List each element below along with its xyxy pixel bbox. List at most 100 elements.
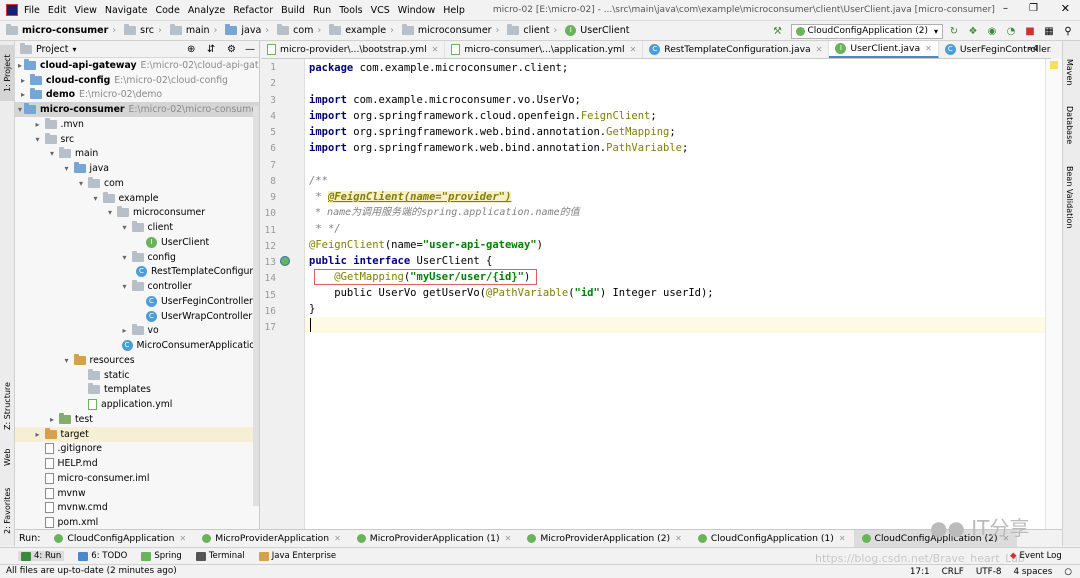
tool-window-terminal[interactable]: Terminal — [195, 551, 245, 561]
tree-item[interactable]: C UserWrapController — [15, 309, 259, 324]
tree-item[interactable]: pom.xml — [15, 515, 259, 530]
error-stripe[interactable] — [1045, 59, 1062, 529]
lock-icon[interactable]: ○ — [1064, 567, 1072, 577]
tree-item[interactable]: templates — [15, 383, 259, 398]
indent-setting[interactable]: 4 spaces — [1014, 567, 1053, 577]
hide-icon[interactable]: — — [245, 44, 255, 55]
menu-item-refactor[interactable]: Refactor — [233, 5, 273, 16]
tree-item[interactable]: ▸ cloud-api-gateway E:\micro-02\cloud-api-… — [15, 58, 259, 73]
rerun-icon[interactable]: ↻ — [946, 23, 962, 39]
caret-position[interactable]: 17:1 — [910, 567, 930, 577]
editor-tab[interactable]: micro-provider\...\bootstrap.yml ✕ — [261, 41, 446, 58]
expand-arrow-icon[interactable]: ▾ — [62, 356, 72, 365]
tree-item[interactable]: ▾ micro-consumer E:\micro-02\micro-consume… — [15, 102, 259, 117]
menu-item-edit[interactable]: Edit — [48, 5, 66, 16]
menu-item-analyze[interactable]: Analyze — [188, 5, 225, 16]
expand-arrow-icon[interactable]: ▾ — [76, 179, 86, 188]
tool-window-run[interactable]: 4: Run — [18, 551, 65, 561]
close-tab-icon[interactable]: ✕ — [816, 45, 823, 54]
expand-arrow-icon[interactable]: ▾ — [33, 135, 43, 144]
tab-bean-validation[interactable]: Bean Validation — [1065, 166, 1074, 228]
tree-item[interactable]: C UserFeginController — [15, 294, 259, 309]
expand-arrow-icon[interactable]: ▸ — [18, 90, 28, 99]
tree-item[interactable]: application.yml — [15, 397, 259, 412]
expand-arrow-icon[interactable]: ▾ — [47, 149, 57, 158]
tab-database[interactable]: Database — [1065, 106, 1074, 144]
tree-item[interactable]: ▾ resources — [15, 353, 259, 368]
menu-item-vcs[interactable]: VCS — [371, 5, 390, 16]
menu-item-run[interactable]: Run — [313, 5, 331, 16]
menu-item-view[interactable]: View — [74, 5, 97, 16]
tree-item[interactable]: ▾ client — [15, 220, 259, 235]
tool-window-java-enterprise[interactable]: Java Enterprise — [258, 551, 336, 561]
close-button[interactable]: ✕ — [1061, 2, 1070, 15]
expand-arrow-icon[interactable]: ▸ — [18, 61, 22, 70]
tab-favorites[interactable]: 2: Favorites — [0, 481, 15, 541]
editor-tab[interactable]: micro-consumer\...\application.yml ✕ — [445, 41, 644, 58]
close-tab-icon[interactable]: ✕ — [179, 534, 186, 543]
tree-item[interactable]: static — [15, 368, 259, 383]
line-separator[interactable]: CRLF — [942, 567, 964, 577]
menu-item-navigate[interactable]: Navigate — [105, 5, 148, 16]
breadcrumb-item[interactable]: client › — [507, 24, 561, 36]
close-tab-icon[interactable]: ✕ — [432, 45, 439, 54]
tree-item[interactable]: ▾ com — [15, 176, 259, 191]
close-tab-icon[interactable]: ✕ — [334, 534, 341, 543]
expand-arrow-icon[interactable]: ▸ — [18, 76, 28, 85]
tree-item[interactable]: HELP.md — [15, 456, 259, 471]
tree-item[interactable]: ▾ config — [15, 250, 259, 265]
tab-web[interactable]: Web — [0, 443, 15, 471]
close-tab-icon[interactable]: ✕ — [505, 534, 512, 543]
expand-arrow-icon[interactable]: ▾ — [105, 208, 115, 217]
tree-item[interactable]: ▾ controller — [15, 279, 259, 294]
menu-item-window[interactable]: Window — [398, 5, 435, 16]
tree-item[interactable]: ▸ .mvn — [15, 117, 259, 132]
project-structure-icon[interactable]: ▦ — [1041, 23, 1057, 39]
tree-item[interactable]: ▾ microconsumer — [15, 206, 259, 221]
tree-item[interactable]: ▸ vo — [15, 324, 259, 339]
tree-item[interactable]: ▾ main — [15, 147, 259, 162]
breadcrumb-item[interactable]: com › — [277, 24, 325, 36]
tree-item[interactable]: mvnw.cmd — [15, 501, 259, 516]
tree-item[interactable]: ▸ demo E:\micro-02\demo — [15, 88, 259, 103]
expand-arrow-icon[interactable]: ▸ — [120, 326, 130, 335]
project-panel-title[interactable]: Project — [36, 44, 69, 55]
locate-icon[interactable]: ⊕ — [187, 44, 195, 55]
spring-bean-icon[interactable] — [280, 256, 290, 266]
gear-icon[interactable]: ⚙ — [227, 44, 236, 55]
file-encoding[interactable]: UTF-8 — [976, 567, 1002, 577]
expand-arrow-icon[interactable]: ▾ — [18, 105, 22, 114]
run-tab[interactable]: MicroProviderApplication (2) ✕ — [519, 530, 690, 547]
tree-item[interactable]: C RestTemplateConfiguration — [15, 265, 259, 280]
breadcrumb-item[interactable]: I UserClient — [565, 25, 629, 36]
close-tab-icon[interactable]: ✕ — [925, 44, 932, 53]
breadcrumb-item[interactable]: example › — [329, 24, 398, 36]
profile-icon[interactable]: ◔ — [1003, 23, 1019, 39]
tree-item[interactable]: ▾ src — [15, 132, 259, 147]
tree-item[interactable]: ▾ java — [15, 161, 259, 176]
expand-arrow-icon[interactable]: ▾ — [120, 223, 130, 232]
breadcrumb-item[interactable]: main › — [169, 24, 222, 36]
expand-arrow-icon[interactable]: ▸ — [47, 415, 57, 424]
stop-icon[interactable]: ■ — [1022, 23, 1038, 39]
tab-structure[interactable]: Z: Structure — [0, 376, 15, 436]
close-tab-icon[interactable]: ✕ — [630, 45, 637, 54]
collapse-icon[interactable]: ⇵ — [207, 44, 215, 55]
coverage-icon[interactable]: ◉ — [984, 23, 1000, 39]
run-tab[interactable]: MicroProviderApplication (1) ✕ — [349, 530, 520, 547]
editor-tab[interactable]: C RestTemplateConfiguration.java ✕ — [643, 41, 830, 58]
menu-item-help[interactable]: Help — [443, 5, 465, 16]
expand-arrow-icon[interactable]: ▾ — [120, 282, 130, 291]
tree-item[interactable]: ▸ test — [15, 412, 259, 427]
tree-item[interactable]: ▸ cloud-config E:\micro-02\cloud-config — [15, 73, 259, 88]
menu-item-tools[interactable]: Tools — [339, 5, 362, 16]
breadcrumb-item[interactable]: microconsumer › — [401, 24, 503, 36]
close-tab-icon[interactable]: ✕ — [839, 534, 846, 543]
tree-item[interactable]: micro-consumer.iml — [15, 471, 259, 486]
event-log-button[interactable]: ◆ Event Log — [1010, 551, 1062, 561]
expand-arrow-icon[interactable]: ▾ — [62, 164, 72, 173]
breadcrumb-item[interactable]: micro-consumer › — [6, 24, 120, 36]
tool-window-todo[interactable]: 6: TODO — [78, 551, 127, 561]
scrollbar[interactable] — [253, 106, 259, 506]
tree-item[interactable]: I UserClient — [15, 235, 259, 250]
